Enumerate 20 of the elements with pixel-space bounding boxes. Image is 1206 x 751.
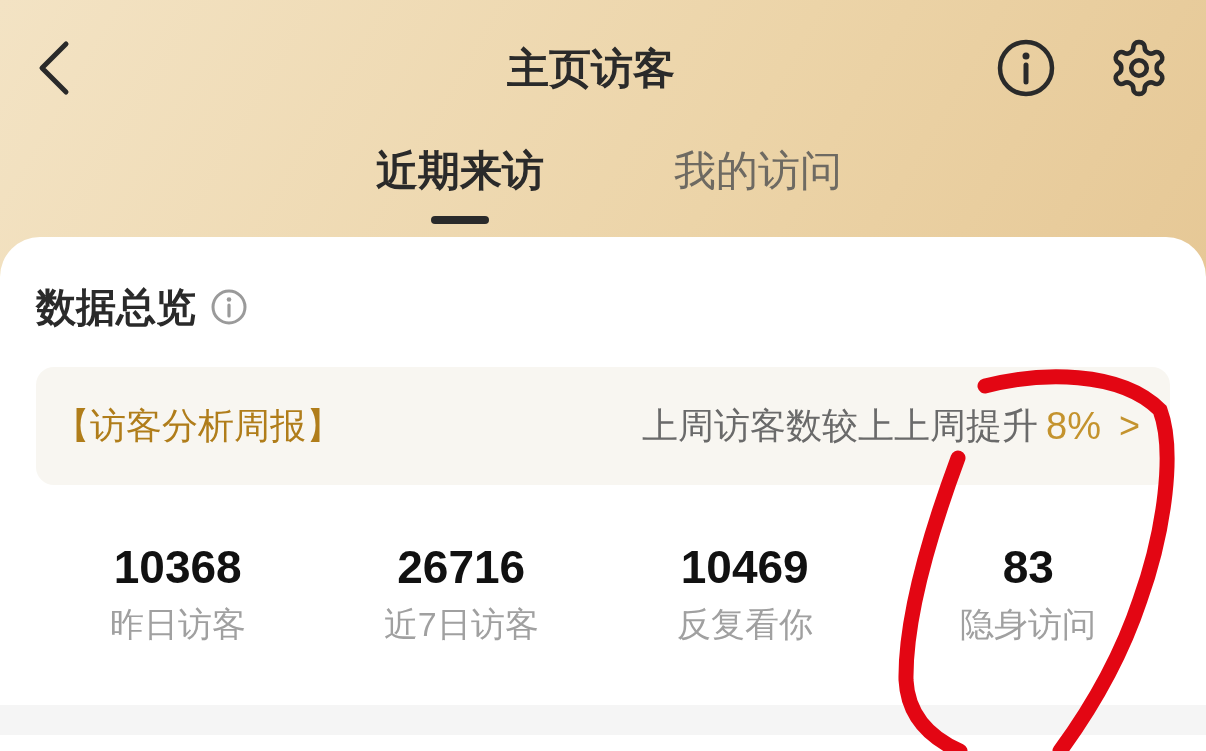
stat-label: 昨日访客 xyxy=(109,604,246,645)
stat-label: 隐身访问 xyxy=(960,604,1097,645)
stat-value: 83 xyxy=(1002,540,1054,595)
chevron-icon: > xyxy=(1118,399,1140,453)
stat-label: 反复看你 xyxy=(676,604,813,645)
stat-value: 10469 xyxy=(680,540,809,595)
info-icon xyxy=(210,288,248,326)
tab[interactable]: 我的访问 xyxy=(674,136,842,224)
stat-value: 10368 xyxy=(113,540,242,595)
report-percent: 8% xyxy=(1046,403,1101,449)
stat-label: 近7日访客 xyxy=(383,604,539,645)
report-label: 【访客分析周报】 xyxy=(54,404,342,448)
page-title: 主页访客 xyxy=(507,43,675,94)
stat-value: 26716 xyxy=(397,540,526,595)
weekly-report-banner[interactable]: 【访客分析周报】 上周访客数较上上周提升 8% > xyxy=(36,367,1170,485)
report-text: 上周访客数较上上周提升 xyxy=(642,404,1039,448)
info-icon xyxy=(996,38,1056,98)
section-title: 数据总览 xyxy=(36,284,196,331)
tab[interactable]: 近期来访 xyxy=(376,136,544,224)
info-button[interactable] xyxy=(996,38,1056,98)
